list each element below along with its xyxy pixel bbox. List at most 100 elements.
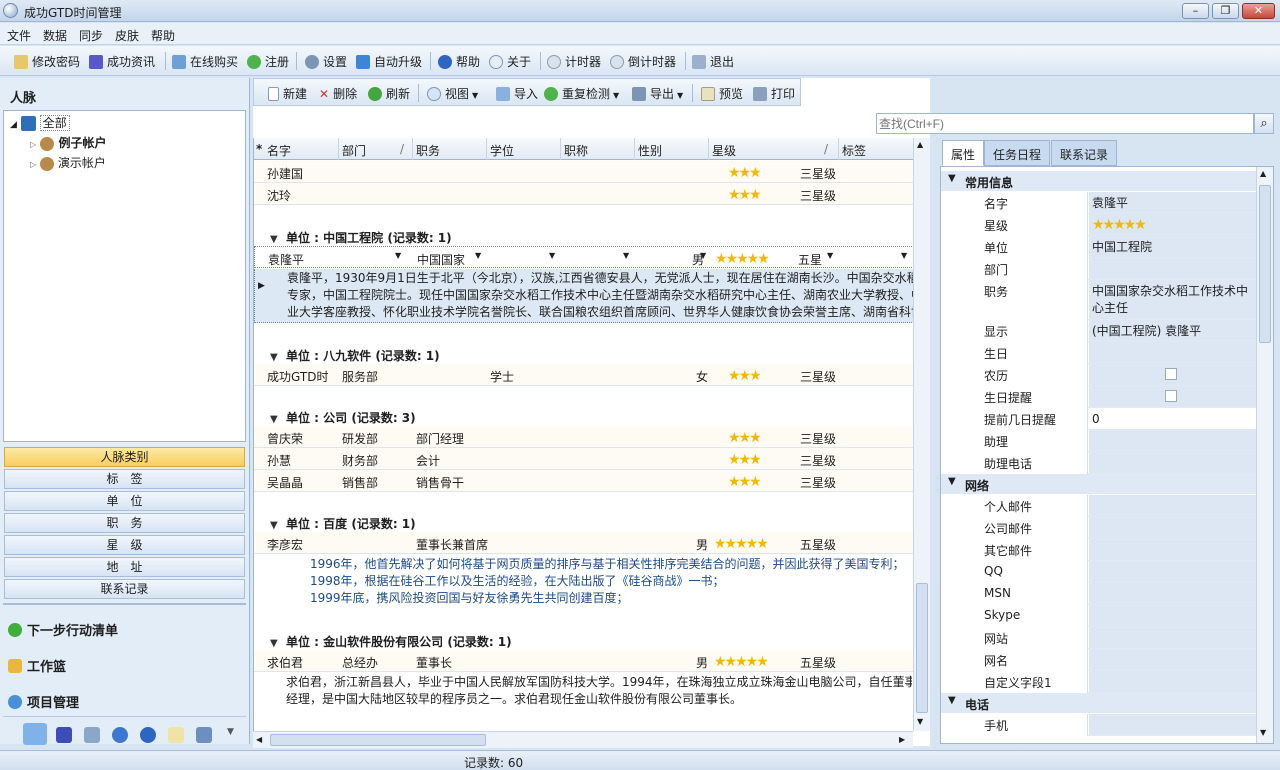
property-value[interactable]: 袁隆平 bbox=[1089, 192, 1257, 213]
property-value[interactable] bbox=[1089, 452, 1257, 473]
property-value[interactable]: ★★★★★ bbox=[1089, 214, 1257, 235]
col-department[interactable]: 部门 bbox=[342, 142, 366, 159]
property-value[interactable]: 中国工程院 bbox=[1089, 236, 1257, 257]
dropdown-icon[interactable]: ▼ bbox=[901, 251, 907, 260]
help-button[interactable]: 帮助 bbox=[438, 53, 480, 70]
duplicate-check-dropdown[interactable]: 重复检测 ▼ bbox=[544, 85, 619, 102]
table-row[interactable]: 孙慧 财务部 会计 ★★★ 三星级 bbox=[254, 448, 913, 470]
property-value[interactable] bbox=[1089, 495, 1257, 516]
property-value[interactable]: 0 bbox=[1089, 408, 1257, 429]
tab-task-schedule[interactable]: 任务日程 bbox=[984, 140, 1051, 166]
property-value[interactable] bbox=[1089, 627, 1257, 648]
delete-button[interactable]: ✕ 删除 bbox=[319, 85, 357, 102]
new-button[interactable]: 新建 bbox=[268, 85, 307, 102]
group-header[interactable]: ▼ 单位 : 百度 (记录数: 1) bbox=[270, 515, 416, 532]
property-value[interactable] bbox=[1089, 671, 1257, 692]
property-value[interactable] bbox=[1089, 539, 1257, 560]
scroll-thumb[interactable] bbox=[270, 734, 486, 746]
col-star-level[interactable]: 星级 bbox=[712, 142, 736, 159]
property-row[interactable]: 名字 袁隆平 bbox=[961, 192, 1257, 214]
nav-tags[interactable]: 标 签 bbox=[4, 469, 245, 489]
section-inbox[interactable]: 工作篮 bbox=[8, 656, 66, 675]
category-common-info[interactable]: ▼ 常用信息 bbox=[941, 171, 1257, 191]
col-professional-title[interactable]: 职称 bbox=[564, 142, 588, 159]
property-value[interactable] bbox=[1089, 517, 1257, 538]
menu-data[interactable]: 数据 bbox=[43, 27, 67, 44]
dropdown-icon[interactable]: ▼ bbox=[395, 251, 401, 260]
property-row[interactable]: MSN bbox=[961, 583, 1257, 605]
print-button[interactable]: 打印 bbox=[753, 85, 795, 102]
property-row[interactable]: 显示 (中国工程院) 袁隆平 bbox=[961, 320, 1257, 342]
splitter[interactable] bbox=[3, 603, 246, 605]
property-value[interactable] bbox=[1089, 342, 1257, 363]
tab-properties[interactable]: 属性 bbox=[942, 140, 985, 166]
dropdown-icon[interactable]: ▼ bbox=[549, 251, 555, 260]
table-row[interactable]: 沈玲 ★★★ 三星级 bbox=[254, 183, 913, 205]
group-header[interactable]: ▼ 单位 : 中国工程院 (记录数: 1) bbox=[270, 229, 452, 246]
import-button[interactable]: 导入 bbox=[496, 85, 538, 102]
more-dropdown-icon[interactable]: ▼ bbox=[227, 727, 237, 743]
exit-button[interactable]: 退出 bbox=[692, 53, 734, 70]
memo-module-icon[interactable] bbox=[168, 727, 184, 743]
search-button[interactable]: ⌕ bbox=[1254, 113, 1274, 134]
col-name[interactable]: 名字 bbox=[267, 142, 291, 159]
menu-file[interactable]: 文件 bbox=[7, 27, 31, 44]
close-button[interactable]: ✕ bbox=[1242, 3, 1275, 19]
contacts-module-icon[interactable] bbox=[23, 723, 47, 745]
property-value[interactable] bbox=[1089, 561, 1257, 582]
property-row[interactable]: 个人邮件 bbox=[961, 495, 1257, 517]
property-row[interactable]: 单位 中国工程院 bbox=[961, 236, 1257, 258]
property-value[interactable]: (中国工程院) 袁隆平 bbox=[1089, 320, 1257, 341]
property-row[interactable]: 提前几日提醒 0 bbox=[961, 408, 1257, 430]
property-row[interactable]: 手机 bbox=[961, 714, 1257, 736]
table-row[interactable]: 成功GTD时 服务部 学士 女 ★★★ 三星级 bbox=[254, 364, 913, 386]
nav-contact-records[interactable]: 联系记录 bbox=[4, 579, 245, 599]
col-position[interactable]: 职务 bbox=[416, 142, 440, 159]
scroll-up-icon[interactable]: ▲ bbox=[1260, 169, 1266, 178]
table-row[interactable]: 求伯君 总经办 董事长 男 ★★★★★ 五星级 bbox=[254, 650, 913, 672]
about-button[interactable]: 关于 bbox=[489, 53, 531, 70]
dropdown-icon[interactable]: ▼ bbox=[623, 251, 629, 260]
buy-online-button[interactable]: 在线购买 bbox=[172, 53, 238, 70]
lunar-checkbox[interactable] bbox=[1165, 368, 1177, 380]
refresh-button[interactable]: 刷新 bbox=[368, 85, 410, 102]
scroll-down-icon[interactable]: ▼ bbox=[1260, 728, 1266, 737]
property-row[interactable]: 生日 bbox=[961, 342, 1257, 364]
minimize-button[interactable]: – bbox=[1182, 3, 1209, 19]
col-gender[interactable]: 性别 bbox=[638, 142, 662, 159]
property-value[interactable] bbox=[1089, 649, 1257, 670]
tasks-module-icon[interactable] bbox=[112, 727, 128, 743]
nav-position[interactable]: 职 务 bbox=[4, 513, 245, 533]
menu-sync[interactable]: 同步 bbox=[79, 27, 103, 44]
settings-button[interactable]: 设置 bbox=[305, 53, 347, 70]
property-row[interactable]: 其它邮件 bbox=[961, 539, 1257, 561]
nav-unit[interactable]: 单 位 bbox=[4, 491, 245, 511]
col-degree[interactable]: 学位 bbox=[490, 142, 514, 159]
menu-help[interactable]: 帮助 bbox=[151, 27, 175, 44]
dropdown-icon[interactable]: ▼ bbox=[700, 251, 706, 260]
scroll-right-icon[interactable]: ▶ bbox=[899, 735, 905, 744]
countdown-button[interactable]: 倒计时器 bbox=[610, 53, 676, 70]
tree-node-demo-account[interactable]: ▷ 演示帐户 bbox=[30, 154, 106, 171]
property-value[interactable] bbox=[1089, 258, 1257, 279]
section-next-actions[interactable]: 下一步行动清单 bbox=[8, 620, 118, 639]
news-button[interactable]: 成功资讯 bbox=[89, 53, 155, 70]
property-row[interactable]: 星级 ★★★★★ bbox=[961, 214, 1257, 236]
register-button[interactable]: 注册 bbox=[247, 53, 289, 70]
preview-button[interactable]: 预览 bbox=[701, 85, 743, 102]
scroll-up-icon[interactable]: ▲ bbox=[917, 140, 923, 149]
property-row[interactable]: Skype bbox=[961, 605, 1257, 627]
scroll-down-icon[interactable]: ▼ bbox=[917, 717, 923, 726]
scroll-thumb[interactable] bbox=[916, 583, 928, 713]
property-row[interactable]: 公司邮件 bbox=[961, 517, 1257, 539]
view-dropdown[interactable]: 视图 ▼ bbox=[427, 85, 478, 102]
grid-horizontal-scrollbar[interactable]: ◀ ▶ bbox=[253, 731, 913, 748]
calendar-module-icon[interactable] bbox=[84, 727, 100, 743]
property-value[interactable]: 中国国家杂交水稻工作技术中心主任 bbox=[1089, 280, 1257, 319]
property-value[interactable] bbox=[1089, 714, 1257, 735]
auto-upgrade-button[interactable]: 自动升级 bbox=[356, 53, 422, 70]
property-row[interactable]: 网名 bbox=[961, 649, 1257, 671]
category-network[interactable]: ▼ 网络 bbox=[941, 474, 1257, 494]
property-row[interactable]: 农历 bbox=[961, 364, 1257, 386]
group-header[interactable]: ▼ 单位 : 金山软件股份有限公司 (记录数: 1) bbox=[270, 633, 512, 650]
